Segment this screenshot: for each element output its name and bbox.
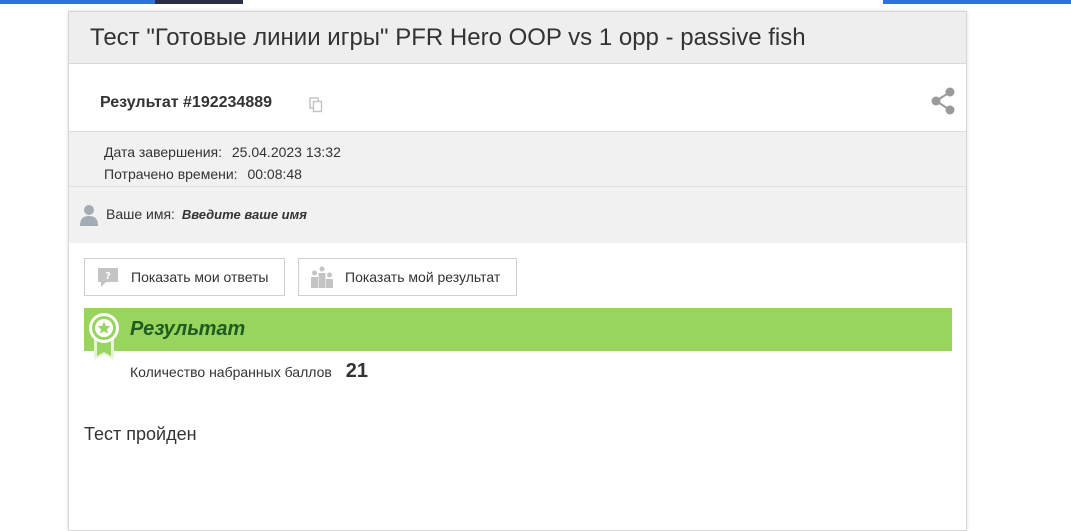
user-name-row: Ваше имя: Введите ваше имя [69,187,966,243]
finished-date-line: Дата завершения: 25.04.2023 13:32 [104,141,966,163]
finished-date-label: Дата завершения: [104,144,222,160]
result-banner-title: Результат [130,318,246,340]
score-value: 21 [345,360,369,382]
award-badge-icon [88,312,120,362]
svg-text:?: ? [105,271,111,282]
question-bubble-icon: ? [96,266,120,288]
user-name-field[interactable]: Ваше имя: Введите ваше имя [106,206,307,222]
result-heading: Результат #192234889 [100,94,273,111]
result-banner: Результат [84,308,952,351]
result-heading-row: Результат #192234889 [69,64,966,132]
page-title: Тест "Готовые линии игры" PFR Hero OOP v… [90,23,806,51]
result-meta: Дата завершения: 25.04.2023 13:32 Потрач… [69,132,966,187]
time-spent-value: 00:08:48 [247,166,302,182]
time-spent-line: Потрачено времени: 00:08:48 [104,163,966,185]
browser-top-strip-light [243,0,883,4]
card-header: Тест "Готовые линии игры" PFR Hero OOP v… [69,12,966,64]
person-icon [79,204,99,226]
browser-top-strip-dark [155,0,243,4]
share-icon[interactable] [930,86,956,116]
show-result-label: Показать мой результат [345,269,501,285]
user-name-input[interactable]: Введите ваше имя [182,207,307,222]
score-row: Количество набранных баллов 21 [130,360,368,383]
copy-icon[interactable] [309,97,323,113]
time-spent-label: Потрачено времени: [104,166,238,182]
test-status: Тест пройден [84,424,197,444]
show-result-button[interactable]: Показать мой результат [298,258,517,296]
finished-date-value: 25.04.2023 13:32 [231,144,341,160]
podium-icon [310,266,334,288]
show-answers-button[interactable]: ? Показать мои ответы [84,258,285,296]
score-label: Количество набранных баллов [130,364,332,380]
show-answers-label: Показать мои ответы [131,269,269,285]
user-name-label: Ваше имя: [106,206,175,222]
